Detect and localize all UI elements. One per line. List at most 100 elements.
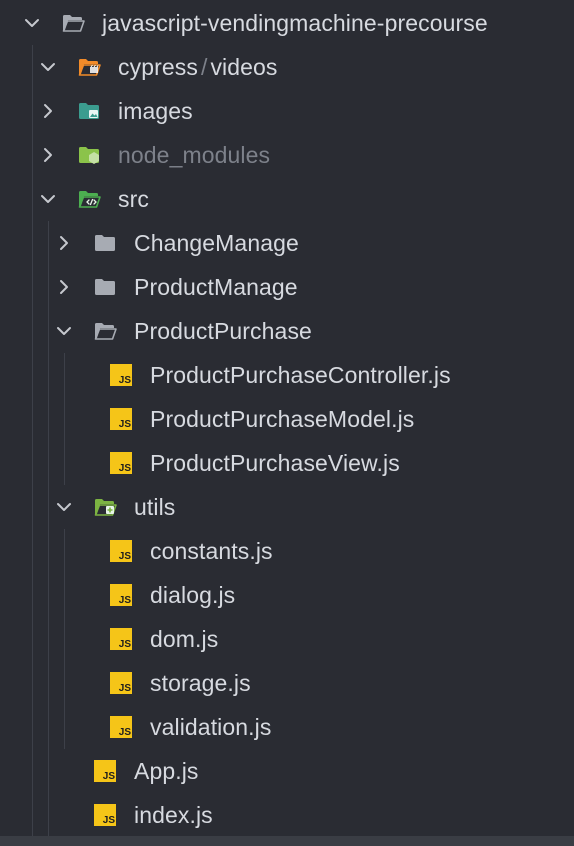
- file-item[interactable]: JS storage.js: [0, 661, 574, 705]
- js-file-icon: JS: [109, 715, 133, 739]
- js-file-icon: JS: [109, 539, 133, 563]
- indent-guide: [64, 661, 65, 705]
- item-label: dialog.js: [150, 582, 236, 608]
- chevron-right-icon[interactable]: [54, 233, 74, 253]
- file-item[interactable]: JS ProductPurchaseView.js: [0, 441, 574, 485]
- indent-guide: [48, 441, 49, 485]
- file-explorer-tree: javascript-vendingmachine-precourse cypre…: [0, 0, 574, 846]
- js-badge-text: JS: [118, 639, 131, 650]
- indent-guide: [64, 617, 65, 661]
- indent-guide: [32, 705, 33, 749]
- item-label: ChangeManage: [134, 230, 299, 256]
- item-label: dom.js: [150, 626, 219, 652]
- path-separator: /: [200, 54, 208, 80]
- item-label-suffix: videos: [210, 54, 278, 80]
- item-label: ProductPurchaseModel.js: [150, 406, 415, 432]
- js-badge-text: JS: [102, 815, 115, 826]
- folder-cypress-icon: [77, 55, 101, 79]
- item-label: javascript-vendingmachine-precourse: [102, 10, 488, 36]
- file-name: ProductPurchaseView.js: [150, 441, 400, 485]
- file-item[interactable]: JS dialog.js: [0, 573, 574, 617]
- file-name: ProductPurchaseController.js: [150, 353, 451, 397]
- indent-guide: [32, 221, 33, 265]
- indent-guide: [48, 529, 49, 573]
- folder-name: images: [118, 89, 193, 133]
- indent-guide: [48, 265, 49, 309]
- folder-name: cypress / videos: [118, 45, 278, 89]
- folder-name: ProductManage: [134, 265, 298, 309]
- file-item[interactable]: JS constants.js: [0, 529, 574, 573]
- folder-item[interactable]: src: [0, 177, 574, 221]
- item-label: images: [118, 98, 193, 124]
- item-label: index.js: [134, 802, 213, 828]
- file-name: dialog.js: [150, 573, 235, 617]
- file-item[interactable]: JS ProductPurchaseModel.js: [0, 397, 574, 441]
- folder-name: ProductPurchase: [134, 309, 312, 353]
- js-file-icon: JS: [109, 363, 133, 387]
- indent-guide: [32, 485, 33, 529]
- folder-utils-icon: [93, 495, 117, 519]
- folder-item[interactable]: utils: [0, 485, 574, 529]
- indent-guide: [32, 793, 33, 837]
- item-label: validation.js: [150, 714, 272, 740]
- item-label: cypress: [118, 54, 198, 80]
- js-file-icon: JS: [109, 671, 133, 695]
- folder-name: javascript-vendingmachine-precourse: [102, 1, 488, 45]
- indent-guide: [32, 661, 33, 705]
- folder-icon: [93, 231, 117, 255]
- indent-guide: [48, 793, 49, 837]
- file-item[interactable]: JS index.js: [0, 793, 574, 837]
- chevron-down-icon[interactable]: [38, 189, 58, 209]
- item-label: ProductPurchaseView.js: [150, 450, 400, 476]
- js-badge-text: JS: [118, 727, 131, 738]
- indent-guide: [64, 353, 65, 397]
- folder-name: ChangeManage: [134, 221, 299, 265]
- chevron-down-icon[interactable]: [38, 57, 58, 77]
- folder-item[interactable]: ProductPurchase: [0, 309, 574, 353]
- chevron-down-icon[interactable]: [54, 497, 74, 517]
- indent-guide: [48, 353, 49, 397]
- folder-icon: [93, 275, 117, 299]
- indent-guide: [64, 573, 65, 617]
- chevron-right-icon[interactable]: [38, 145, 58, 165]
- indent-guide: [64, 705, 65, 749]
- file-item[interactable]: JS App.js: [0, 749, 574, 793]
- indent-guide: [32, 749, 33, 793]
- js-badge-text: JS: [118, 419, 131, 430]
- item-label: constants.js: [150, 538, 273, 564]
- file-name: ProductPurchaseModel.js: [150, 397, 414, 441]
- js-badge-text: JS: [118, 375, 131, 386]
- js-badge-text: JS: [118, 595, 131, 606]
- indent-guide: [48, 749, 49, 793]
- item-label: ProductPurchase: [134, 318, 312, 344]
- indent-guide: [32, 353, 33, 397]
- js-file-icon: JS: [93, 759, 117, 783]
- indent-guide: [48, 397, 49, 441]
- js-file-icon: JS: [109, 407, 133, 431]
- indent-guide: [48, 617, 49, 661]
- item-label: App.js: [134, 758, 199, 784]
- js-badge-text: JS: [118, 551, 131, 562]
- chevron-down-icon[interactable]: [54, 321, 74, 341]
- folder-item[interactable]: cypress / videos: [0, 45, 574, 89]
- indent-guide: [64, 529, 65, 573]
- folder-open-icon: [61, 11, 85, 35]
- chevron-right-icon[interactable]: [54, 277, 74, 297]
- folder-item[interactable]: ProductManage: [0, 265, 574, 309]
- indent-guide: [64, 397, 65, 441]
- file-item[interactable]: JS dom.js: [0, 617, 574, 661]
- folder-item[interactable]: ChangeManage: [0, 221, 574, 265]
- file-item[interactable]: JS ProductPurchaseController.js: [0, 353, 574, 397]
- indent-guide: [32, 133, 33, 177]
- folder-item[interactable]: node_modules: [0, 133, 574, 177]
- item-label: node_modules: [118, 142, 271, 168]
- indent-guide: [32, 177, 33, 221]
- chevron-down-icon[interactable]: [22, 13, 42, 33]
- indent-guide: [48, 221, 49, 265]
- horizontal-scrollbar[interactable]: [0, 836, 574, 846]
- folder-name: utils: [134, 485, 175, 529]
- folder-item[interactable]: images: [0, 89, 574, 133]
- chevron-right-icon[interactable]: [38, 101, 58, 121]
- file-item[interactable]: JS validation.js: [0, 705, 574, 749]
- folder-item[interactable]: javascript-vendingmachine-precourse: [0, 1, 574, 45]
